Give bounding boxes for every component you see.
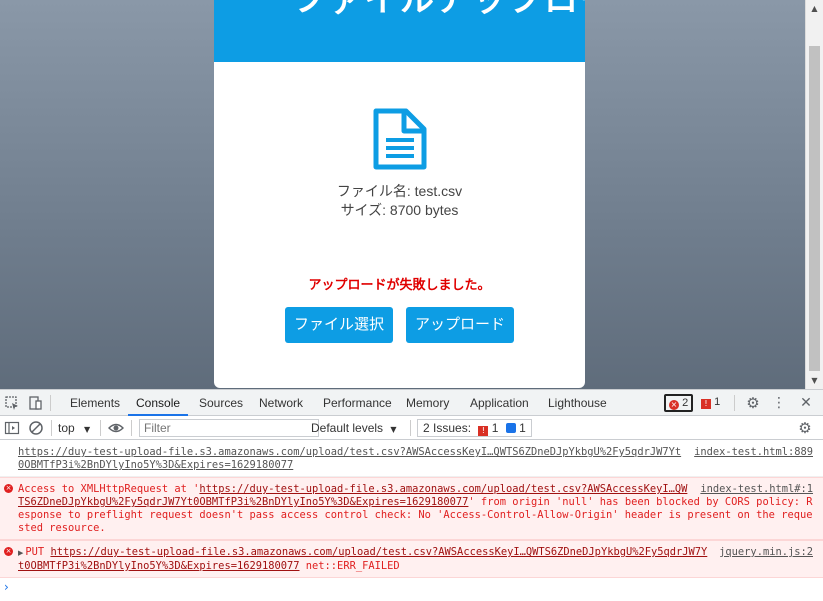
file-name: ファイル名: test.csv bbox=[336, 183, 463, 199]
issue-flag-icon: ! bbox=[701, 399, 711, 409]
scroll-down-arrow-icon[interactable]: ▼ bbox=[806, 372, 823, 389]
devtools-tab-bar: Elements Console Sources Network Perform… bbox=[0, 390, 823, 416]
divider bbox=[50, 395, 51, 411]
divider bbox=[131, 420, 132, 436]
page-viewport: ファイルアップロード ファイル名: test.csv サイズ: 8700 byt… bbox=[0, 0, 823, 389]
log-levels-value: Default levels bbox=[311, 421, 384, 435]
console-error-message: × jquery.min.js:2 ▶ PUT https://duy-test-… bbox=[0, 540, 823, 578]
tab-performance[interactable]: Performance bbox=[323, 390, 392, 416]
issue-count-badge[interactable]: ! 1 bbox=[698, 394, 723, 412]
issues-blue-count: 1 bbox=[519, 421, 526, 435]
error-count: 2 bbox=[682, 397, 689, 409]
tab-network[interactable]: Network bbox=[259, 390, 303, 416]
console-toolbar: top ▼ Default levels ▼ 2 Issues: ! 1 1 ⚙ bbox=[0, 416, 823, 440]
log-levels-dropdown[interactable]: Default levels ▼ bbox=[311, 420, 397, 438]
divider bbox=[410, 420, 411, 436]
inspect-element-icon[interactable] bbox=[4, 395, 20, 411]
upload-error-message: アップロードが失敗しました。 bbox=[308, 277, 491, 292]
tab-console[interactable]: Console bbox=[128, 390, 189, 416]
divider bbox=[100, 420, 101, 436]
sidebar-toggle-icon[interactable] bbox=[4, 420, 20, 436]
scrollbar-thumb[interactable] bbox=[809, 46, 820, 371]
error-status: net::ERR_FAILED bbox=[305, 560, 400, 572]
context-value: top bbox=[58, 421, 75, 435]
console-error-message: × index-test.html#:1 Access to XMLHttpRe… bbox=[0, 477, 823, 540]
close-devtools-icon[interactable]: ✕ bbox=[798, 395, 814, 411]
scroll-up-arrow-icon[interactable]: ▲ bbox=[806, 0, 823, 17]
tab-lighthouse[interactable]: Lighthouse bbox=[548, 390, 607, 416]
file-size: サイズ: 8700 bytes bbox=[340, 202, 459, 218]
filter-input[interactable] bbox=[139, 419, 319, 437]
upload-card: ファイルアップロード ファイル名: test.csv サイズ: 8700 byt… bbox=[214, 0, 585, 388]
message-url-link[interactable]: https://duy-test-upload-file.s3.amazonaw… bbox=[18, 446, 681, 471]
request-method: PUT bbox=[25, 546, 45, 558]
more-options-icon[interactable]: ⋮ bbox=[771, 395, 787, 411]
info-message-icon bbox=[505, 423, 516, 433]
console-settings-gear-icon[interactable]: ⚙ bbox=[797, 420, 813, 436]
settings-gear-icon[interactable]: ⚙ bbox=[745, 395, 761, 411]
page-scrollbar[interactable]: ▲ ▼ bbox=[805, 0, 823, 389]
issue-count: 1 bbox=[714, 396, 721, 408]
page-title: ファイルアップロード bbox=[292, 0, 585, 19]
clear-console-icon[interactable] bbox=[28, 420, 44, 436]
console-message: index-test.html:889 https://duy-test-upl… bbox=[0, 441, 823, 477]
message-source-link[interactable]: jquery.min.js:2 bbox=[719, 546, 813, 559]
devtools-panel: Elements Console Sources Network Perform… bbox=[0, 389, 823, 601]
dropdown-arrow-icon: ▼ bbox=[390, 425, 397, 434]
error-circle-icon: × bbox=[669, 400, 679, 410]
console-output: index-test.html:889 https://duy-test-upl… bbox=[0, 441, 823, 597]
live-expression-eye-icon[interactable] bbox=[108, 420, 124, 436]
issues-button[interactable]: 2 Issues: ! 1 1 bbox=[417, 419, 532, 437]
dropdown-arrow-icon: ▼ bbox=[84, 425, 91, 434]
console-prompt[interactable]: › bbox=[0, 578, 823, 597]
error-text: Access to XMLHttpRequest at ' bbox=[18, 483, 200, 495]
file-info: ファイル名: test.csv サイズ: 8700 bytes bbox=[214, 182, 585, 220]
upload-button[interactable]: アップロード bbox=[406, 307, 514, 343]
divider bbox=[734, 395, 735, 411]
device-toolbar-icon[interactable] bbox=[27, 395, 43, 411]
error-circle-icon: × bbox=[4, 547, 13, 556]
card-header: ファイルアップロード bbox=[214, 0, 585, 62]
issues-red-count: 1 bbox=[491, 421, 499, 435]
error-count-badge[interactable]: × 2 bbox=[664, 394, 694, 412]
issues-label: 2 Issues: bbox=[423, 421, 472, 435]
issue-flag-icon: ! bbox=[478, 426, 489, 436]
divider bbox=[51, 420, 52, 436]
tab-memory[interactable]: Memory bbox=[406, 390, 449, 416]
expand-triangle-icon[interactable]: ▶ bbox=[18, 549, 23, 557]
tab-application[interactable]: Application bbox=[470, 390, 529, 416]
context-select[interactable]: top ▼ bbox=[58, 420, 90, 436]
error-circle-icon: × bbox=[4, 484, 13, 493]
file-document-icon bbox=[373, 108, 427, 170]
tab-elements[interactable]: Elements bbox=[70, 390, 120, 416]
tab-sources[interactable]: Sources bbox=[199, 390, 243, 416]
message-source-link[interactable]: index-test.html:889 bbox=[694, 446, 813, 459]
message-source-link[interactable]: index-test.html#:1 bbox=[700, 483, 813, 496]
select-file-button[interactable]: ファイル選択 bbox=[285, 307, 393, 343]
